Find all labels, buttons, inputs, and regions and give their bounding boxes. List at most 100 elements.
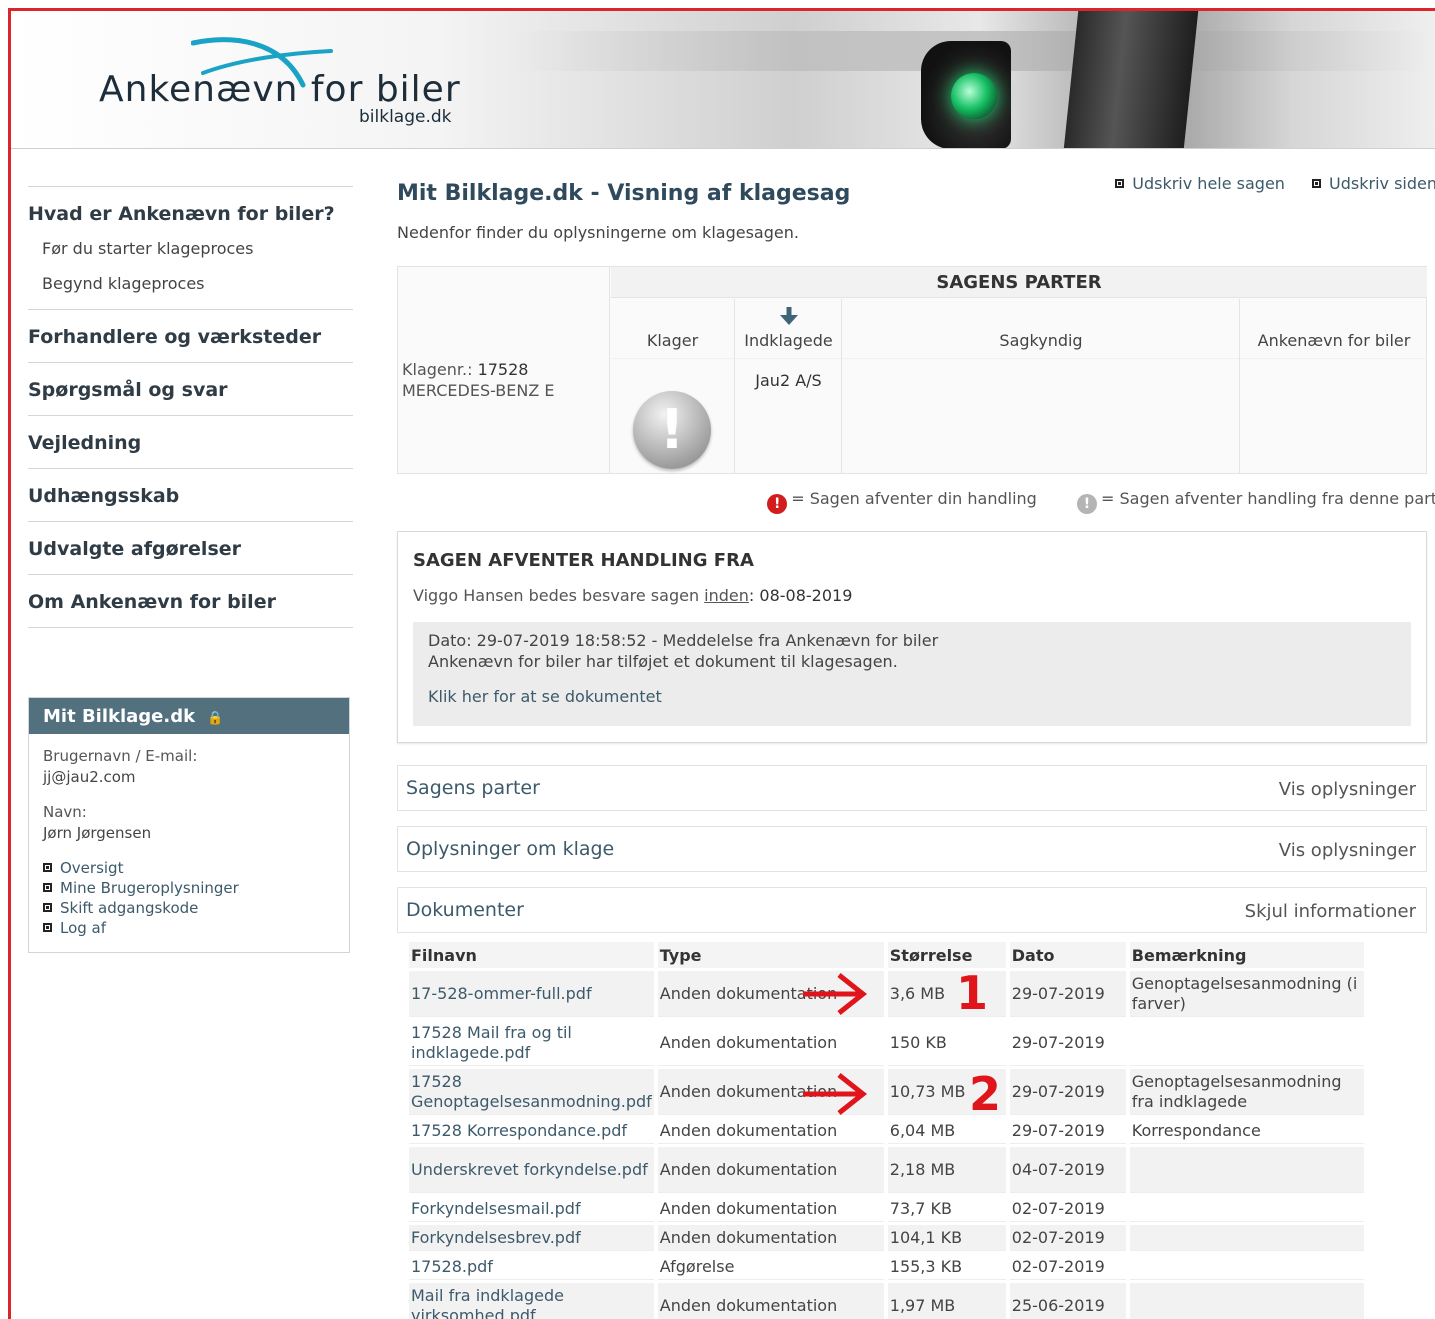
file-link[interactable]: 17528 Korrespondance.pdf: [409, 1118, 654, 1144]
warning-icon[interactable]: !: [633, 391, 711, 469]
doc-date: 29-07-2019: [1009, 1118, 1126, 1144]
bullet-icon: [43, 863, 52, 872]
print-page-link[interactable]: Udskriv siden: [1312, 174, 1435, 193]
status-legend: ! = Sagen afventer din handling ! = Sagen …: [767, 489, 1435, 514]
bullet-icon: [1115, 179, 1125, 188]
file-link[interactable]: Underskrevet forkyndelse.pdf: [409, 1147, 654, 1193]
nav-item-notice-board[interactable]: Udhængsskab: [28, 469, 353, 521]
print-links: Udskriv hele sagen Udskriv siden: [1093, 174, 1435, 193]
nav-item-guide[interactable]: Vejledning: [28, 416, 353, 468]
name-label: Navn:: [43, 803, 87, 821]
doc-size: 6,04 MB: [887, 1118, 1006, 1144]
link-change-password[interactable]: Skift adgangskode: [43, 898, 335, 918]
name-value: Jørn Jørgensen: [43, 824, 152, 842]
case-number: Klagenr.: 17528 MERCEDES-BENZ E: [402, 360, 555, 400]
accordion-parties[interactable]: Sagens parter Vis oplysninger: [397, 765, 1427, 811]
table-row: Mail fra indklagede virksomhed.pdf Anden…: [409, 1283, 1364, 1319]
doc-type: Anden dokumentation: [657, 1020, 884, 1066]
col-size[interactable]: Størrelse: [887, 942, 1006, 968]
action-required-icon: !: [767, 494, 788, 514]
doc-size: 104,1 KB: [887, 1225, 1006, 1251]
accordion-complaint-info[interactable]: Oplysninger om klage Vis oplysninger: [397, 826, 1427, 872]
annotation-number-2: 2: [969, 1067, 1002, 1121]
case-info-cell: Klagenr.: 17528 MERCEDES-BENZ E: [398, 267, 610, 473]
party-col-ankenaevn: Ankenævn for biler: [1241, 299, 1427, 473]
accordion-title: Sagens parter: [406, 777, 540, 799]
logo-subtitle: bilklage.dk: [359, 107, 452, 127]
link-overview[interactable]: Oversigt: [43, 858, 335, 878]
documents-table: Filnavn Type Størrelse Dato Bemærkning 1…: [405, 939, 1368, 1319]
party-label-klager: Klager: [611, 331, 734, 359]
nav-item-decisions[interactable]: Udvalgte afgørelser: [28, 522, 353, 574]
doc-note: Genoptagelsesanmodning (i farver): [1129, 971, 1364, 1017]
accordion-toggle[interactable]: Skjul informationer: [1245, 901, 1416, 922]
legend-grey-text: = Sagen afventer handling fra denne part: [1101, 489, 1435, 508]
nav-divider: [28, 627, 353, 687]
doc-date: 02-07-2019: [1009, 1196, 1126, 1222]
green-light-icon: [951, 73, 997, 119]
doc-size: 150 KB: [887, 1020, 1006, 1066]
col-note[interactable]: Bemærkning: [1129, 942, 1364, 968]
bullet-icon: [43, 883, 52, 892]
doc-date: 25-06-2019: [1009, 1283, 1126, 1319]
file-link[interactable]: Forkyndelsesmail.pdf: [409, 1196, 654, 1222]
legend-red-text: = Sagen afventer din handling: [791, 489, 1037, 508]
accordion-title: Dokumenter: [406, 899, 524, 921]
bullet-icon: [43, 923, 52, 932]
accordion-documents[interactable]: Dokumenter Skjul informationer: [397, 887, 1427, 933]
doc-type: Anden dokumentation: [657, 1196, 884, 1222]
col-type[interactable]: Type: [657, 942, 884, 968]
page-title: Mit Bilklage.dk - Visning af klagesag: [397, 181, 851, 206]
awaiting-request: Viggo Hansen bedes besvare sagen inden: …: [413, 586, 853, 605]
my-account-panel: Mit Bilklage.dk 🔒 Brugernavn / E-mail: j…: [28, 697, 350, 953]
file-link[interactable]: 17-528-ommer-full.pdf: [409, 971, 654, 1017]
indklagede-name: Jau2 A/S: [755, 371, 822, 390]
nav-item-faq[interactable]: Spørgsmål og svar: [28, 363, 353, 415]
file-link[interactable]: Forkyndelsesbrev.pdf: [409, 1225, 654, 1251]
doc-date: 29-07-2019: [1009, 1069, 1126, 1115]
party-label-sagkyndig: Sagkyndig: [843, 331, 1239, 359]
file-link[interactable]: Mail fra indklagede virksomhed.pdf: [409, 1283, 654, 1319]
table-row: Forkyndelsesbrev.pdf Anden dokumentation…: [409, 1225, 1364, 1251]
party-col-indklagede: Indklagede Jau2 A/S: [736, 299, 842, 473]
view-document-link[interactable]: Klik her for at se dokumentet: [428, 686, 1396, 707]
awaiting-action-box: SAGEN AFVENTER HANDLING FRA Viggo Hansen…: [397, 531, 1427, 743]
file-link[interactable]: 17528 Mail fra og til indklagede.pdf: [409, 1020, 654, 1066]
table-row: 17528.pdf Afgørelse 155,3 KB 02-07-2019: [409, 1254, 1364, 1280]
my-account-header: Mit Bilklage.dk 🔒: [29, 698, 349, 734]
doc-type: Anden dokumentation: [657, 1283, 884, 1319]
link-logout[interactable]: Log af: [43, 918, 335, 938]
doc-note: [1129, 1020, 1364, 1066]
party-col-klager: Klager !: [611, 299, 735, 473]
table-row: Underskrevet forkyndelse.pdf Anden dokum…: [409, 1147, 1364, 1193]
doc-size: 155,3 KB: [887, 1254, 1006, 1280]
print-all-link[interactable]: Udskriv hele sagen: [1115, 174, 1285, 193]
message-body: Ankenævn for biler har tilføjet et dokum…: [428, 652, 898, 671]
file-link[interactable]: 17528 Genoptagelsesanmodning.pdf: [409, 1069, 654, 1115]
nav-sub-begin[interactable]: Begynd klageproces: [28, 274, 353, 309]
col-filename[interactable]: Filnavn: [409, 942, 654, 968]
nav-item-about[interactable]: Om Ankenævn for biler: [28, 575, 353, 627]
page-intro: Nedenfor finder du oplysningerne om klag…: [397, 223, 799, 242]
doc-note: [1129, 1147, 1364, 1193]
accordion-toggle[interactable]: Vis oplysninger: [1279, 840, 1416, 861]
awaiting-party-icon: !: [1077, 494, 1097, 514]
file-link[interactable]: 17528.pdf: [409, 1254, 654, 1280]
message-box: Dato: 29-07-2019 18:58:52 - Meddelelse f…: [413, 622, 1411, 726]
doc-date: 29-07-2019: [1009, 1020, 1126, 1066]
doc-size: 2,18 MB: [887, 1147, 1006, 1193]
nav-item-dealers[interactable]: Forhandlere og værksteder: [28, 310, 353, 362]
col-date[interactable]: Dato: [1009, 942, 1126, 968]
accordion-toggle[interactable]: Vis oplysninger: [1279, 779, 1416, 800]
nav-sub-before-start[interactable]: Før du starter klageproces: [28, 239, 353, 274]
link-user-info[interactable]: Mine Brugeroplysninger: [43, 878, 335, 898]
deadline-link[interactable]: inden: [704, 586, 749, 605]
logo-title[interactable]: Ankenævn for biler: [99, 69, 461, 110]
doc-note: Genoptagelsesanmodning fra indklagede: [1129, 1069, 1364, 1115]
doc-type: Anden dokumentation: [657, 971, 884, 1017]
parties-header: SAGENS PARTER: [611, 267, 1427, 298]
nav-item-what-is[interactable]: Hvad er Ankenævn for biler?: [28, 187, 353, 239]
doc-date: 04-07-2019: [1009, 1147, 1126, 1193]
doc-date: 29-07-2019: [1009, 971, 1126, 1017]
table-row: 17528 Korrespondance.pdf Anden dokumenta…: [409, 1118, 1364, 1144]
